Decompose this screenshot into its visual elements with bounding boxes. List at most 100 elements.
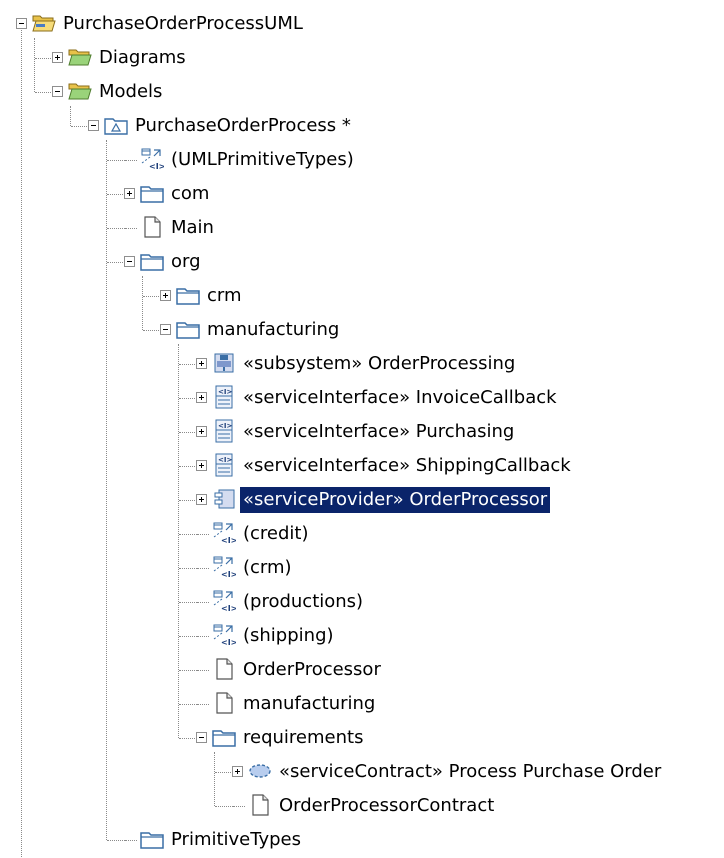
- open-folder-icon: [68, 45, 92, 69]
- tree-item[interactable]: OrderProcessorContract: [0, 790, 724, 824]
- tree-item[interactable]: org: [0, 246, 724, 280]
- tree-item-label[interactable]: «serviceInterface» Purchasing: [240, 419, 517, 445]
- tree-item-label[interactable]: (credit): [240, 521, 312, 547]
- tree-item[interactable]: PrimitiveTypes: [0, 824, 724, 858]
- collapse-toggle[interactable]: [196, 732, 207, 743]
- tree-connector-line: [179, 432, 197, 433]
- tree-item-label[interactable]: «serviceProvider» OrderProcessor: [240, 487, 551, 513]
- tree-connector-line: [35, 58, 53, 59]
- expand-toggle[interactable]: [124, 188, 135, 199]
- tree-item-label[interactable]: (shipping): [240, 623, 337, 649]
- tree-item-label[interactable]: PurchaseOrderProcess *: [132, 113, 354, 139]
- tree-connector-line: [215, 806, 233, 807]
- tree-item-label[interactable]: «serviceInterface» ShippingCallback: [240, 453, 574, 479]
- tree-item-label[interactable]: Diagrams: [96, 45, 189, 71]
- tree-item[interactable]: com: [0, 178, 724, 212]
- tree-connector-line: [107, 228, 125, 229]
- diagram-icon: [212, 657, 236, 681]
- tree-item-label[interactable]: (productions): [240, 589, 366, 615]
- tree-item[interactable]: <I> «serviceInterface» InvoiceCallback: [0, 382, 724, 416]
- tree-connector-line: [35, 92, 53, 93]
- diagram-icon: [248, 793, 272, 817]
- tree-item-label[interactable]: manufacturing: [240, 691, 378, 717]
- tree-item-label[interactable]: PurchaseOrderProcessUML: [60, 11, 306, 37]
- package-icon: [140, 827, 164, 851]
- subsystem-icon: [212, 351, 236, 375]
- tree-item-label[interactable]: Models: [96, 79, 165, 105]
- tree-item-label[interactable]: (UMLPrimitiveTypes): [168, 147, 357, 173]
- tree-item[interactable]: <I> «serviceInterface» ShippingCallback: [0, 450, 724, 484]
- expand-toggle[interactable]: [196, 392, 207, 403]
- tree-item[interactable]: manufacturing: [0, 688, 724, 722]
- element-import-icon: <I>: [212, 623, 237, 647]
- tree-item[interactable]: «serviceProvider» OrderProcessor: [0, 484, 724, 518]
- expand-toggle[interactable]: [232, 766, 243, 777]
- tree-connector-line: [107, 262, 125, 263]
- tree-connector-line: [179, 534, 197, 535]
- tree-item[interactable]: PurchaseOrderProcess *: [0, 110, 724, 144]
- tree-item[interactable]: <I> (productions): [0, 586, 724, 620]
- tree-item[interactable]: <I> (credit): [0, 518, 724, 552]
- collapse-toggle[interactable]: [88, 120, 99, 131]
- tree-item[interactable]: OrderProcessor: [0, 654, 724, 688]
- tree-item[interactable]: manufacturing: [0, 314, 724, 348]
- collapse-toggle[interactable]: [16, 18, 27, 29]
- tree-item[interactable]: <I> (UMLPrimitiveTypes): [0, 144, 724, 178]
- tree-item[interactable]: Diagrams: [0, 42, 724, 76]
- expand-toggle[interactable]: [196, 426, 207, 437]
- tree-item-label[interactable]: requirements: [240, 725, 366, 751]
- tree-connector-line: [143, 330, 161, 331]
- expand-toggle[interactable]: [52, 52, 63, 63]
- tree-item[interactable]: PurchaseOrderProcessUML: [0, 8, 724, 42]
- svg-text:<I>: <I>: [218, 388, 232, 396]
- tree-item-label[interactable]: OrderProcessor: [240, 657, 384, 683]
- tree-connector-line: [197, 602, 209, 603]
- expand-toggle[interactable]: [196, 460, 207, 471]
- tree-connector-line: [197, 704, 209, 705]
- tree-connector-line: [197, 636, 209, 637]
- tree-item-label[interactable]: Main: [168, 215, 217, 241]
- tree-item-label[interactable]: «subsystem» OrderProcessing: [240, 351, 518, 377]
- uml-model-icon: [104, 113, 128, 137]
- tree-connector-line: [179, 568, 197, 569]
- tree-item[interactable]: «subsystem» OrderProcessing: [0, 348, 724, 382]
- tree-connector-line: [179, 738, 197, 739]
- tree-connector-line: [71, 126, 89, 127]
- tree-item-label[interactable]: org: [168, 249, 204, 275]
- tree-item[interactable]: Models: [0, 76, 724, 110]
- collapse-toggle[interactable]: [124, 256, 135, 267]
- tree-item[interactable]: «serviceContract» Process Purchase Order: [0, 756, 724, 790]
- tree-item-label[interactable]: PrimitiveTypes: [168, 827, 304, 853]
- tree-connector-line: [107, 194, 125, 195]
- tree-connector-line: [197, 670, 209, 671]
- tree-item-label[interactable]: (crm): [240, 555, 295, 581]
- tree-item[interactable]: <I> «serviceInterface» Purchasing: [0, 416, 724, 450]
- tree-item[interactable]: <I> (shipping): [0, 620, 724, 654]
- svg-text:<I>: <I>: [221, 604, 236, 613]
- tree-connector-line: [197, 568, 209, 569]
- tree-item-label[interactable]: OrderProcessorContract: [276, 793, 497, 819]
- tree-item-label[interactable]: «serviceContract» Process Purchase Order: [276, 759, 664, 785]
- collapse-toggle[interactable]: [52, 86, 63, 97]
- tree-connector-line: [107, 840, 125, 841]
- tree-item-label[interactable]: crm: [204, 283, 245, 309]
- collapse-toggle[interactable]: [160, 324, 171, 335]
- tree-connector-line: [179, 398, 197, 399]
- tree-item[interactable]: requirements: [0, 722, 724, 756]
- svg-text:<I>: <I>: [218, 456, 232, 464]
- tree-connector-line: [179, 670, 197, 671]
- element-import-icon: <I>: [212, 521, 237, 545]
- expand-toggle[interactable]: [160, 290, 171, 301]
- tree-item[interactable]: crm: [0, 280, 724, 314]
- tree-item[interactable]: <I> (crm): [0, 552, 724, 586]
- tree-item-label[interactable]: manufacturing: [204, 317, 342, 343]
- svg-text:<I>: <I>: [149, 162, 164, 171]
- expand-toggle[interactable]: [196, 494, 207, 505]
- tree-item[interactable]: Main: [0, 212, 724, 246]
- tree-item-label[interactable]: «serviceInterface» InvoiceCallback: [240, 385, 560, 411]
- tree-item-label[interactable]: com: [168, 181, 212, 207]
- package-icon: [212, 725, 236, 749]
- expand-toggle[interactable]: [196, 358, 207, 369]
- interface-icon: <I>: [212, 385, 236, 409]
- tree-connector-line: [125, 228, 137, 229]
